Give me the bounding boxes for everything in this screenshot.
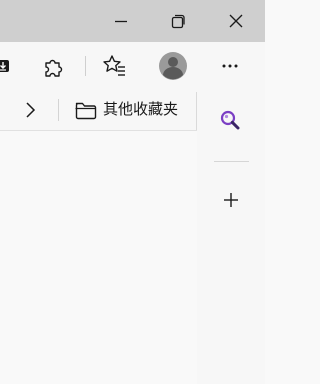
sidebar [197, 90, 265, 384]
profile-avatar-icon [159, 52, 187, 80]
favorites-overflow-button[interactable] [18, 96, 44, 124]
restore-button[interactable] [153, 0, 203, 42]
sidebar-search-button[interactable] [213, 104, 249, 140]
minimize-icon [115, 20, 127, 23]
chevron-right-icon [26, 102, 36, 118]
extensions-button[interactable] [36, 48, 72, 84]
more-ellipsis-icon [222, 64, 238, 68]
download-button[interactable] [0, 48, 22, 84]
page-content [0, 131, 197, 384]
favorites-button[interactable] [97, 48, 133, 84]
extensions-puzzle-icon [45, 59, 63, 77]
download-icon [0, 60, 9, 72]
more-button[interactable] [212, 48, 248, 84]
favorites-star-icon [103, 55, 125, 76]
restore-icon [171, 14, 185, 29]
close-button[interactable] [211, 0, 261, 42]
search-icon [220, 110, 240, 130]
folder-icon [75, 102, 97, 120]
profile-button[interactable] [155, 48, 191, 84]
minimize-button[interactable] [97, 0, 147, 42]
close-icon [229, 14, 243, 28]
add-icon [224, 193, 238, 207]
favorites-separator [58, 99, 59, 121]
toolbar-separator [85, 56, 86, 76]
browser-toolbar [0, 42, 265, 90]
other-favorites-folder[interactable]: 其他收藏夹 [70, 95, 188, 125]
sidebar-separator [214, 161, 249, 162]
sidebar-add-button[interactable] [213, 182, 249, 218]
other-favorites-label: 其他收藏夹 [103, 101, 179, 118]
title-bar [0, 0, 265, 42]
